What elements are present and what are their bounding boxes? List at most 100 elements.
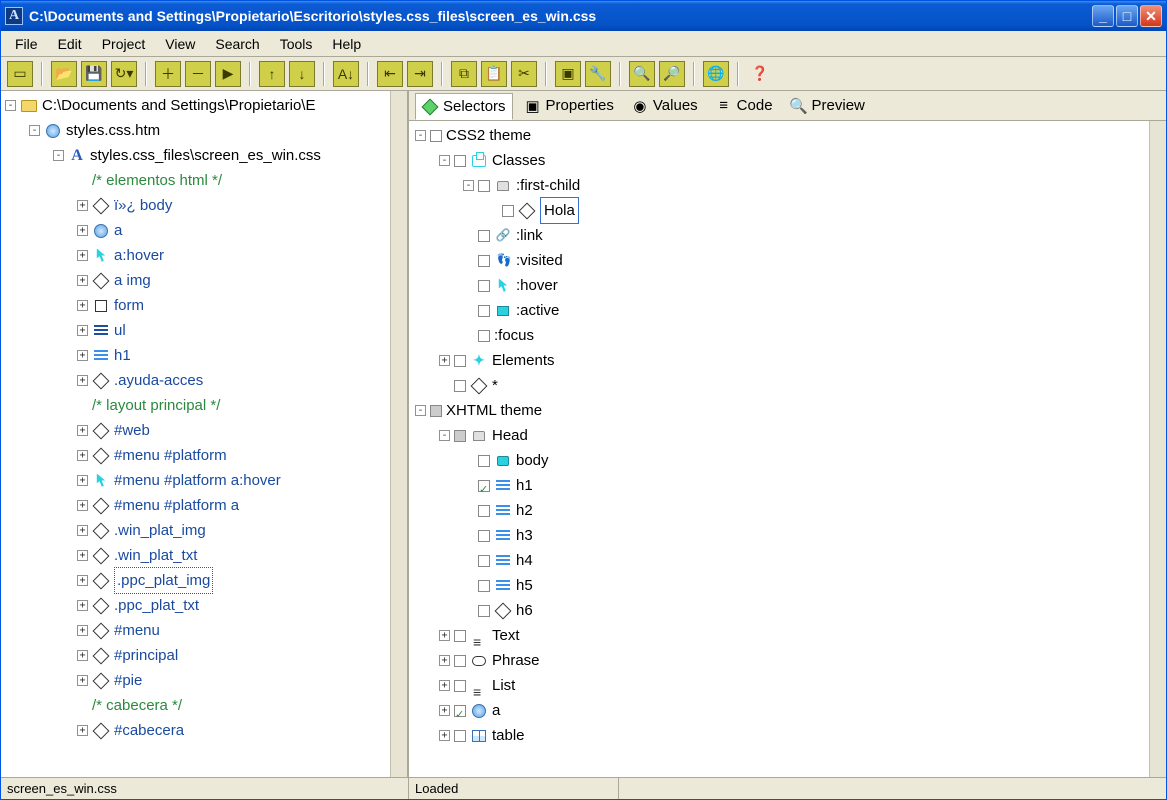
left-scrollbar[interactable] bbox=[390, 91, 407, 777]
checkbox[interactable] bbox=[478, 330, 490, 342]
tree-item[interactable]: +.win_plat_txt bbox=[5, 543, 390, 568]
tree-item[interactable]: +#menu #platform bbox=[5, 443, 390, 468]
expand-icon[interactable]: + bbox=[77, 300, 88, 311]
collapse-icon[interactable]: - bbox=[463, 180, 474, 191]
collapse-icon[interactable]: - bbox=[29, 125, 40, 136]
tree-item[interactable]: -Head bbox=[415, 423, 1149, 448]
expand-icon[interactable]: + bbox=[77, 675, 88, 686]
tree-item[interactable]: +Phrase bbox=[415, 648, 1149, 673]
tree-item[interactable]: h5 bbox=[415, 573, 1149, 598]
tb-find-icon[interactable]: 🔍 bbox=[629, 61, 655, 87]
tree-item[interactable]: * bbox=[415, 373, 1149, 398]
tree-item[interactable]: +a bbox=[5, 218, 390, 243]
checkbox[interactable] bbox=[478, 255, 490, 267]
tb-help-icon[interactable]: ❓ bbox=[747, 61, 773, 87]
checkbox[interactable] bbox=[478, 605, 490, 617]
tree-item[interactable]: +table bbox=[415, 723, 1149, 748]
tree-item[interactable]: -XHTML theme bbox=[415, 398, 1149, 423]
checkbox[interactable] bbox=[454, 680, 466, 692]
checkbox[interactable] bbox=[454, 630, 466, 642]
tree-item[interactable]: Hola bbox=[415, 198, 1149, 223]
close-button[interactable]: ✕ bbox=[1140, 5, 1162, 27]
menu-file[interactable]: File bbox=[5, 33, 48, 55]
tree-item[interactable]: -styles.css.htm bbox=[5, 118, 390, 143]
checkbox[interactable] bbox=[454, 705, 466, 717]
expand-icon[interactable]: + bbox=[77, 575, 88, 586]
file-tree[interactable]: -C:\Documents and Settings\Propietario\E… bbox=[1, 91, 390, 777]
tree-item[interactable]: h4 bbox=[415, 548, 1149, 573]
tree-item[interactable]: +#principal bbox=[5, 643, 390, 668]
expand-icon[interactable]: + bbox=[77, 225, 88, 236]
checkbox[interactable] bbox=[478, 180, 490, 192]
tb-up-icon[interactable]: ↑ bbox=[259, 61, 285, 87]
expand-icon[interactable]: + bbox=[77, 650, 88, 661]
tree-item[interactable]: :active bbox=[415, 298, 1149, 323]
checkbox[interactable] bbox=[478, 555, 490, 567]
tb-cut-icon[interactable]: ✂ bbox=[511, 61, 537, 87]
tb-indent-left-icon[interactable]: ⇤ bbox=[377, 61, 403, 87]
checkbox[interactable] bbox=[430, 130, 442, 142]
tree-item[interactable]: +#menu #platform a:hover bbox=[5, 468, 390, 493]
tb-play-icon[interactable]: ▶ bbox=[215, 61, 241, 87]
tree-item[interactable]: +h1 bbox=[5, 343, 390, 368]
tree-item[interactable]: +.win_plat_img bbox=[5, 518, 390, 543]
expand-icon[interactable]: + bbox=[439, 355, 450, 366]
expand-icon[interactable]: + bbox=[77, 200, 88, 211]
expand-icon[interactable]: + bbox=[77, 550, 88, 561]
expand-icon[interactable]: + bbox=[439, 655, 450, 666]
expand-icon[interactable]: + bbox=[77, 275, 88, 286]
tb-wrench-icon[interactable]: 🔧 bbox=[585, 61, 611, 87]
checkbox[interactable] bbox=[454, 655, 466, 667]
checkbox[interactable] bbox=[454, 355, 466, 367]
collapse-icon[interactable]: - bbox=[5, 100, 16, 111]
tree-item[interactable]: +a img bbox=[5, 268, 390, 293]
tb-globe-icon[interactable]: 🌐 bbox=[703, 61, 729, 87]
expand-icon[interactable]: + bbox=[77, 325, 88, 336]
tree-item[interactable]: +#cabecera bbox=[5, 718, 390, 743]
expand-icon[interactable]: + bbox=[439, 680, 450, 691]
tree-item[interactable]: body bbox=[415, 448, 1149, 473]
checkbox[interactable] bbox=[478, 505, 490, 517]
tree-item[interactable]: +a bbox=[415, 698, 1149, 723]
expand-icon[interactable]: + bbox=[439, 730, 450, 741]
tree-item[interactable]: +✦Elements bbox=[415, 348, 1149, 373]
checkbox[interactable] bbox=[454, 430, 466, 442]
menu-edit[interactable]: Edit bbox=[48, 33, 92, 55]
tree-item[interactable]: +#pie bbox=[5, 668, 390, 693]
tree-item[interactable]: /* elementos html */ bbox=[5, 168, 390, 193]
tab-code[interactable]: ≡Code bbox=[710, 93, 779, 118]
collapse-icon[interactable]: - bbox=[415, 130, 426, 141]
checkbox[interactable] bbox=[502, 205, 514, 217]
checkbox[interactable] bbox=[454, 730, 466, 742]
menu-view[interactable]: View bbox=[155, 33, 205, 55]
tb-sort-icon[interactable]: A↓ bbox=[333, 61, 359, 87]
tree-item[interactable]: -CSS2 theme bbox=[415, 123, 1149, 148]
expand-icon[interactable]: + bbox=[77, 600, 88, 611]
menu-project[interactable]: Project bbox=[92, 33, 156, 55]
tree-item[interactable]: +List bbox=[415, 673, 1149, 698]
tree-item[interactable]: /* cabecera */ bbox=[5, 693, 390, 718]
tb-add-icon[interactable]: ＋ bbox=[155, 61, 181, 87]
expand-icon[interactable]: + bbox=[77, 725, 88, 736]
tab-preview[interactable]: 🔍Preview bbox=[785, 93, 871, 118]
tb-refresh-icon[interactable]: ↻▾ bbox=[111, 61, 137, 87]
expand-icon[interactable]: + bbox=[77, 625, 88, 636]
tb-down-icon[interactable]: ↓ bbox=[289, 61, 315, 87]
tree-item[interactable]: +#web bbox=[5, 418, 390, 443]
expand-icon[interactable]: + bbox=[439, 705, 450, 716]
expand-icon[interactable]: + bbox=[77, 500, 88, 511]
tree-item[interactable]: -:first-child bbox=[415, 173, 1149, 198]
checkbox[interactable] bbox=[454, 155, 466, 167]
tab-selectors[interactable]: Selectors bbox=[415, 93, 513, 120]
checkbox[interactable] bbox=[478, 305, 490, 317]
tab-properties[interactable]: ▣Properties bbox=[519, 93, 620, 118]
tree-item[interactable]: +.ppc_plat_img bbox=[5, 568, 390, 593]
tb-indent-right-icon[interactable]: ⇥ bbox=[407, 61, 433, 87]
tree-item[interactable]: +.ppc_plat_txt bbox=[5, 593, 390, 618]
tb-new-icon[interactable]: ▭ bbox=[7, 61, 33, 87]
tree-item[interactable]: h6 bbox=[415, 598, 1149, 623]
expand-icon[interactable]: + bbox=[77, 375, 88, 386]
menu-search[interactable]: Search bbox=[205, 33, 269, 55]
collapse-icon[interactable]: - bbox=[439, 430, 450, 441]
checkbox[interactable] bbox=[478, 280, 490, 292]
